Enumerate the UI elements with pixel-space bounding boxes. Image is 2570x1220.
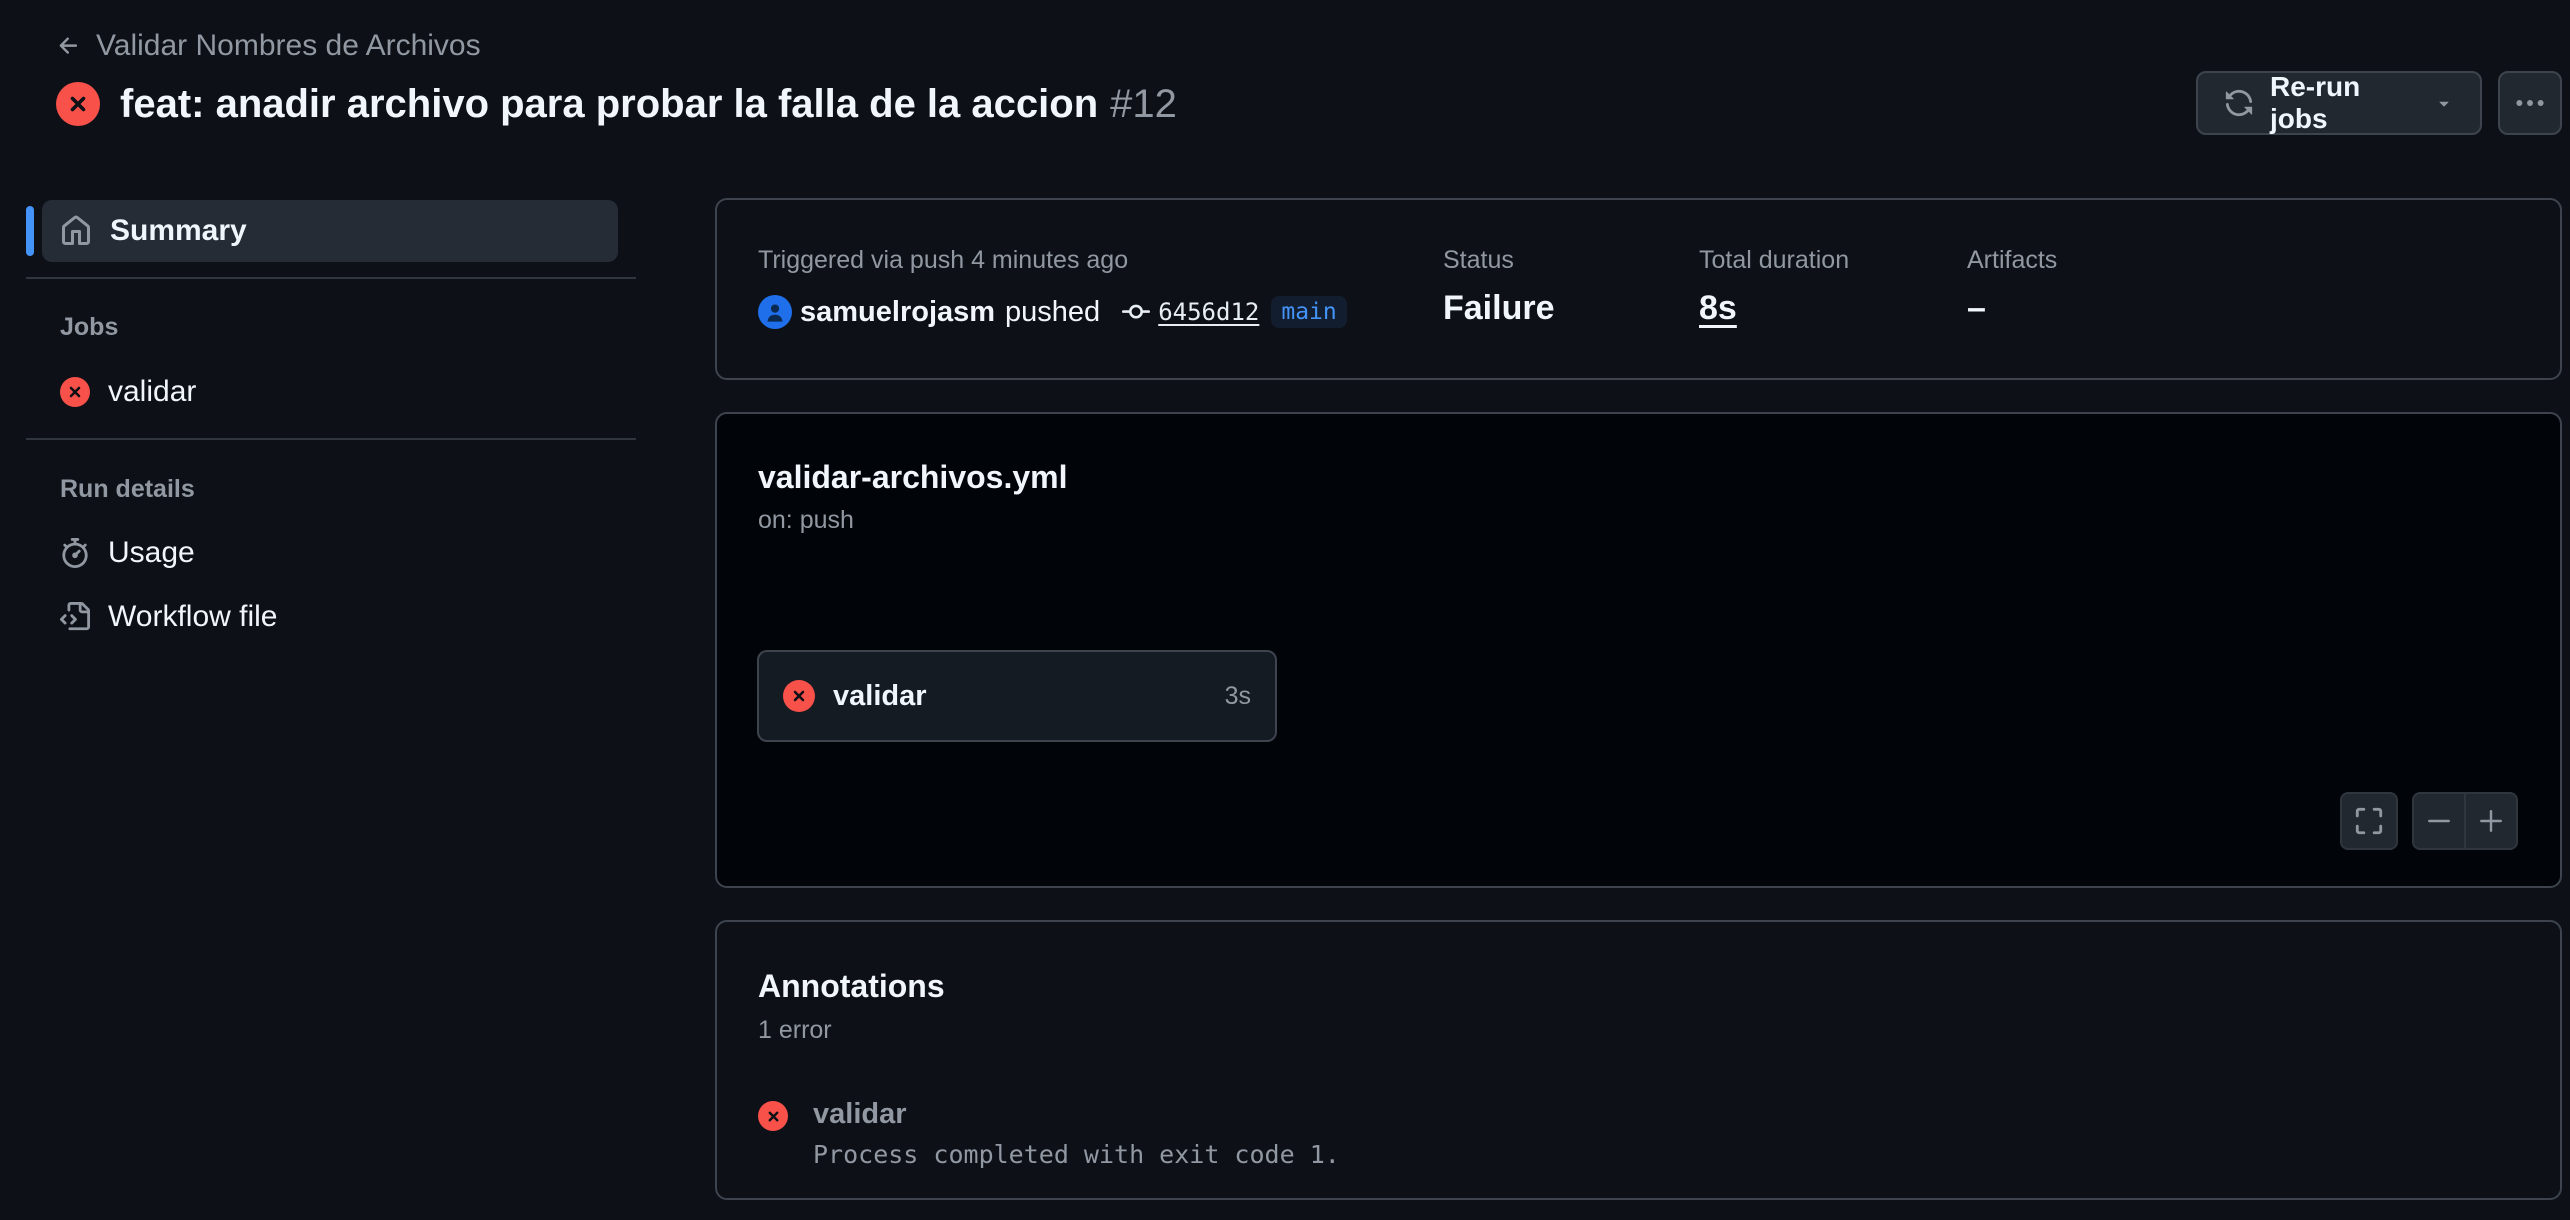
sidebar-item-label: validar [108, 375, 197, 408]
status-label: Status [1443, 246, 1514, 274]
stopwatch-icon [60, 538, 90, 568]
sidebar-item-usage[interactable]: Usage [60, 533, 195, 573]
triangle-down-icon [2434, 93, 2454, 113]
job-duration: 3s [1224, 681, 1251, 710]
zoom-in-button[interactable] [2464, 792, 2518, 850]
sidebar-item-label: Summary [110, 214, 247, 247]
sidebar-divider [26, 438, 636, 440]
run-number: #12 [1110, 81, 1177, 126]
push-action: pushed [1005, 295, 1101, 328]
plus-icon [2478, 808, 2504, 834]
file-code-icon [60, 602, 90, 632]
avatar[interactable] [758, 295, 792, 329]
sidebar-item-label: Workflow file [108, 600, 278, 633]
annotation-message: Process completed with exit code 1. [813, 1140, 1340, 1169]
commit-sha-link[interactable]: 6456d12 [1158, 298, 1259, 326]
annotations-count: 1 error [758, 1016, 832, 1044]
run-title-row: feat: anadir archivo para probar la fall… [56, 74, 1177, 134]
artifacts-value: – [1967, 289, 1986, 327]
annotations-title: Annotations [758, 968, 945, 1004]
failure-status-icon [56, 82, 100, 126]
error-icon [758, 1101, 788, 1131]
annotations-panel: Annotations 1 error validar Process comp… [715, 920, 2562, 1200]
actor-link[interactable]: samuelrojasm [800, 296, 995, 329]
artifacts-label: Artifacts [1967, 246, 2058, 274]
page-title: feat: anadir archivo para probar la fall… [120, 81, 1099, 126]
sidebar-item-job-validar[interactable]: validar [60, 372, 196, 412]
zoom-out-button[interactable] [2412, 792, 2466, 850]
job-node-validar[interactable]: validar 3s [757, 650, 1277, 742]
jobs-heading: Jobs [60, 313, 119, 341]
more-options-button[interactable] [2498, 71, 2562, 135]
back-link[interactable]: Validar Nombres de Archivos [56, 24, 481, 68]
sidebar-divider [26, 277, 636, 279]
arrow-left-icon [56, 33, 82, 59]
status-value: Failure [1443, 289, 1555, 327]
sidebar-item-summary[interactable]: Summary [42, 200, 618, 262]
run-details-heading: Run details [60, 475, 195, 503]
workflow-file-name: validar-archivos.yml [758, 459, 1068, 495]
sidebar-item-workflow-file[interactable]: Workflow file [60, 597, 277, 637]
rerun-jobs-label: Re-run jobs [2270, 71, 2361, 134]
kebab-horizontal-icon [2513, 86, 2547, 120]
fullscreen-button[interactable] [2340, 792, 2398, 850]
branch-badge[interactable]: main [1271, 296, 1347, 328]
workflow-name: Validar Nombres de Archivos [96, 29, 481, 62]
failure-status-icon [60, 377, 90, 407]
sidebar-item-label: Usage [108, 536, 195, 569]
active-nav-indicator [26, 206, 34, 256]
home-icon [60, 215, 92, 247]
push-info: samuelrojasm pushed 6456d12 main [758, 292, 1347, 332]
dash-icon [2426, 808, 2452, 834]
job-name: validar [833, 679, 927, 712]
sync-icon [2224, 88, 2254, 118]
workflow-trigger: on: push [758, 506, 854, 534]
duration-label: Total duration [1699, 246, 1850, 274]
annotation-job-link[interactable]: validar [813, 1098, 907, 1131]
duration-link[interactable]: 8s [1699, 289, 1737, 328]
run-summary-panel: Triggered via push 4 minutes ago samuelr… [715, 198, 2562, 380]
screen-full-icon [2354, 806, 2384, 836]
rerun-jobs-button[interactable]: Re-run jobs [2196, 71, 2482, 135]
trigger-text: Triggered via push 4 minutes ago [758, 246, 1129, 274]
commit-icon [1122, 298, 1151, 326]
failure-status-icon [783, 680, 815, 712]
